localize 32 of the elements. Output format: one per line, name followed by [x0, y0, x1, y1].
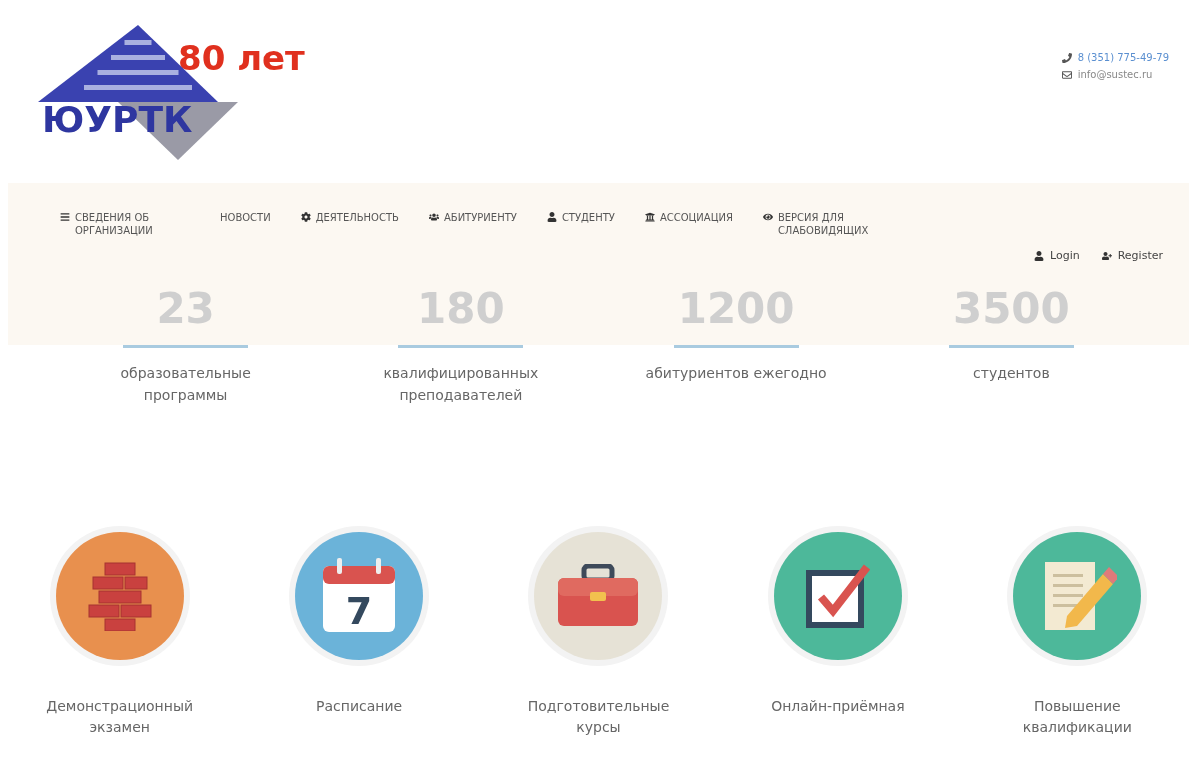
stat-label: образовательные программы — [119, 364, 252, 405]
service-label[interactable]: Подготовительные курсы — [513, 696, 684, 738]
stat-label: абитуриентов ежегодно — [644, 364, 828, 383]
nav-item[interactable]: АССОЦИАЦИЯ — [644, 211, 733, 224]
anniversary-text: 80 лет — [178, 38, 305, 78]
nav-item[interactable]: НОВОСТИ — [220, 211, 271, 224]
logo-text: ЮУРТК — [42, 99, 193, 140]
briefcase-icon — [556, 564, 641, 628]
nav-item[interactable]: ДЕЯТЕЛЬНОСТЬ — [300, 211, 399, 224]
eye-icon — [762, 212, 773, 222]
bank-icon — [644, 212, 655, 222]
gear-icon — [300, 212, 311, 222]
group-icon — [428, 212, 439, 222]
stat-label: студентов — [972, 364, 1051, 383]
service-label[interactable]: Повышение квалификации — [992, 696, 1163, 738]
service-label[interactable]: Демонстрационный экзамен — [34, 696, 205, 738]
stat-label: квалифицированных преподавателей — [382, 364, 540, 405]
phone-icon — [1061, 52, 1072, 63]
service-label[interactable]: Расписание — [274, 696, 445, 717]
nav-item[interactable]: АБИТУРИЕНТУ — [428, 211, 517, 224]
nav-item[interactable]: СВЕДЕНИЯ ОБ ОРГАНИЗАЦИИ — [60, 211, 190, 237]
user-icon — [1034, 250, 1044, 261]
nav-item[interactable]: ВЕРСИЯ ДЛЯ СЛАБОВИДЯЩИХ — [762, 211, 913, 237]
user-plus-icon — [1101, 250, 1112, 261]
nav-item[interactable]: СТУДЕНТУ — [546, 211, 615, 224]
envelope-icon — [1061, 69, 1072, 80]
list-icon — [60, 212, 70, 222]
logo-drawing[interactable] — [38, 25, 238, 160]
email-address[interactable]: info@sustec.ru — [1077, 69, 1153, 80]
service-label[interactable]: Онлайн-приёмная — [752, 696, 923, 717]
user-icon — [546, 212, 557, 222]
service-icon-ring[interactable]: 7 — [289, 526, 430, 666]
